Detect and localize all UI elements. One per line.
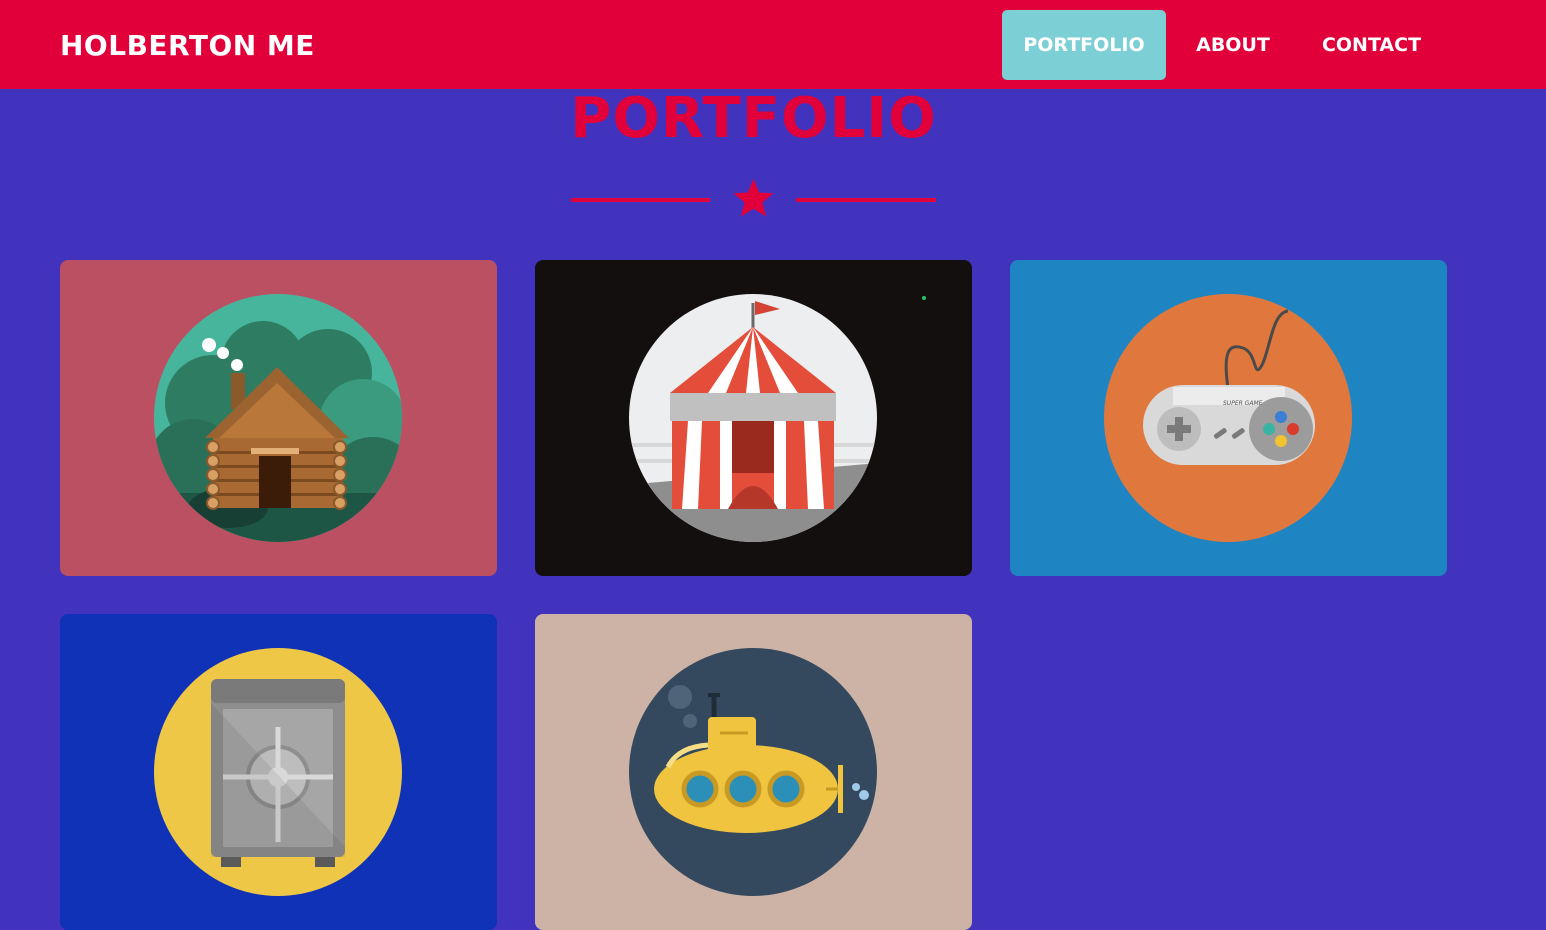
nav-item-portfolio[interactable]: PORTFOLIO — [1002, 10, 1166, 80]
portfolio-card-submarine[interactable] — [535, 614, 972, 930]
log-cabin-icon — [154, 294, 402, 542]
star-icon — [733, 179, 774, 217]
brand-logo[interactable]: HOLBERTON ME — [60, 29, 315, 63]
submarine-icon — [629, 648, 877, 896]
portfolio-card-cabin[interactable] — [60, 260, 497, 576]
nav-item-contact[interactable]: CONTACT — [1303, 10, 1440, 80]
section-title: PORTFOLIO — [570, 86, 937, 151]
navbar: HOLBERTON ME PORTFOLIO ABOUT CONTACT — [0, 0, 1546, 89]
portfolio-card-circus-tent[interactable] — [535, 260, 972, 576]
portfolio-card-safe[interactable] — [60, 614, 497, 930]
game-controller-icon: SUPER GAME — [1104, 294, 1352, 542]
green-dot — [922, 296, 926, 300]
title-divider — [570, 176, 937, 224]
circus-tent-icon — [629, 294, 877, 542]
nav-item-about[interactable]: ABOUT — [1180, 10, 1286, 80]
portfolio-card-game-controller[interactable]: SUPER GAME — [1010, 260, 1447, 576]
controller-label: SUPER GAME — [1223, 400, 1263, 407]
safe-icon — [154, 648, 402, 896]
